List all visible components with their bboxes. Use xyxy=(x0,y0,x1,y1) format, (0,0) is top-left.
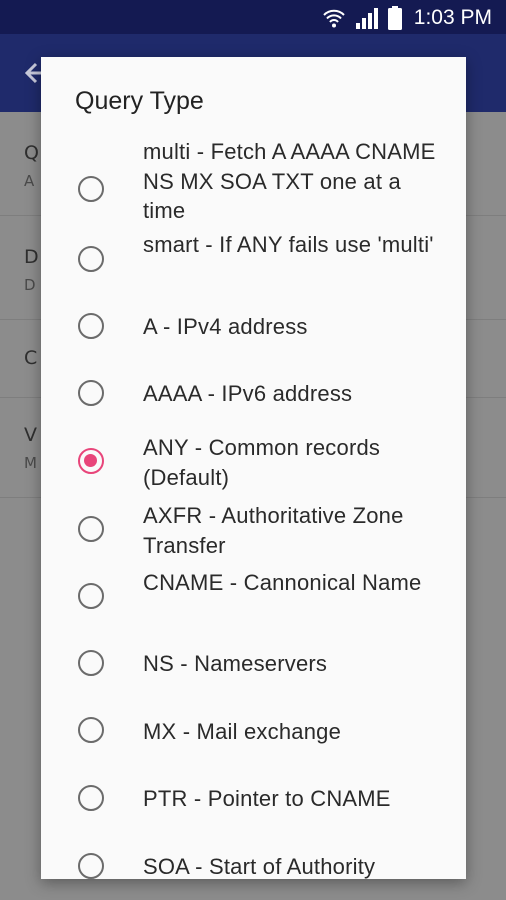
option-label: multi - Fetch A AAAA CNAME NS MX SOA TXT… xyxy=(143,139,436,223)
radio-button[interactable] xyxy=(78,313,104,339)
option-label: ANY - Common records (Default) xyxy=(143,435,381,490)
radio-button[interactable] xyxy=(78,717,104,743)
status-bar: 1:03 PM xyxy=(0,0,506,34)
radio-button[interactable] xyxy=(78,176,104,202)
setting-subtitle: M xyxy=(24,454,37,472)
option-label: AAAA - IPv6 address xyxy=(143,381,353,406)
dialog-title: Query Type xyxy=(75,87,204,115)
radio-button-checked[interactable] xyxy=(78,448,104,474)
option-label: SOA - Start of Authority xyxy=(143,854,376,879)
option-label: A - IPv4 address xyxy=(143,314,308,339)
option-label: NS - Nameservers xyxy=(143,651,328,676)
radio-button[interactable] xyxy=(78,516,104,542)
option-label: AXFR - Authoritative Zone Transfer xyxy=(143,503,404,558)
radio-button[interactable] xyxy=(78,246,104,272)
option-label: MX - Mail exchange xyxy=(143,719,342,744)
radio-button[interactable] xyxy=(78,650,104,676)
status-icons: 1:03 PM xyxy=(322,5,492,31)
signal-icon xyxy=(355,8,378,29)
status-time: 1:03 PM xyxy=(413,6,492,29)
option-label: PTR - Pointer to CNAME xyxy=(143,786,391,811)
option-label: CNAME - Cannonical Name xyxy=(143,570,422,595)
setting-title: D xyxy=(24,246,39,268)
setting-title: V xyxy=(24,424,37,446)
radio-button[interactable] xyxy=(78,853,104,879)
radio-button[interactable] xyxy=(78,380,104,406)
battery-icon xyxy=(387,6,402,30)
setting-title: Q xyxy=(24,142,39,164)
option-label: smart - If ANY fails use 'multi' xyxy=(143,232,434,257)
radio-button[interactable] xyxy=(78,583,104,609)
radio-button[interactable] xyxy=(78,785,104,811)
wifi-icon xyxy=(323,9,345,28)
setting-subtitle: D xyxy=(24,276,36,294)
setting-subtitle: A xyxy=(24,172,35,190)
query-type-dialog: Query Type multi - Fetch A AAAA CNAME NS… xyxy=(41,57,466,879)
setting-title: C xyxy=(24,347,38,369)
